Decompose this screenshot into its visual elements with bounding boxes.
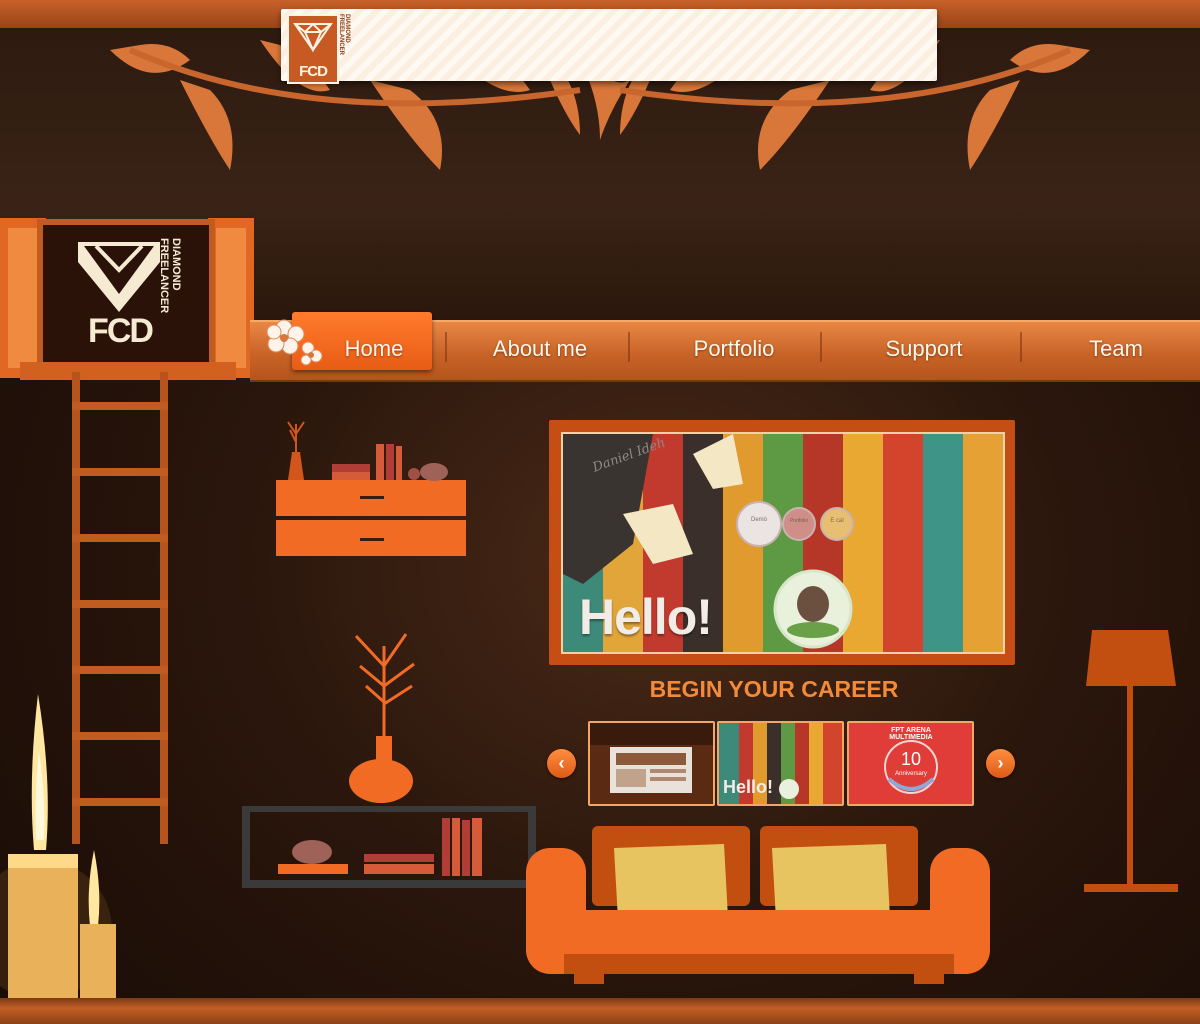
ladder-rung <box>72 402 168 410</box>
slide-bubble-label: Portfolio <box>789 518 809 524</box>
slide-bubble-label: E cal <box>830 518 844 524</box>
arrow-left-icon: ‹ <box>558 753 565 773</box>
nav-home[interactable]: Home <box>330 320 418 378</box>
vase-decor <box>349 633 415 803</box>
ladder-rung <box>72 468 168 476</box>
thumb-preview <box>590 723 713 804</box>
thumb-badge: 10 <box>900 749 922 769</box>
nav-separator <box>628 332 630 362</box>
header-logo[interactable]: FCD <box>287 14 339 84</box>
arrow-right-icon: › <box>997 753 1004 773</box>
career-heading: BEGIN YOUR CAREER <box>649 676 899 702</box>
header-logo-text: FCD <box>299 63 328 80</box>
slide-bubble-label: Demò <box>750 517 767 523</box>
header-logo-tagline: DIAMOND FREELANCER <box>338 14 350 56</box>
slide-hello-text: Hello! <box>579 589 713 645</box>
sofa <box>526 826 990 984</box>
carousel-thumb[interactable] <box>588 721 715 806</box>
nav-portfolio[interactable]: Portfolio <box>670 320 798 378</box>
ladder-rail-right <box>160 372 168 844</box>
carousel-next-button[interactable]: › <box>986 749 1015 778</box>
featured-slide: Hello! Daniel Ideh Demò Portfolio E cal <box>561 432 1005 654</box>
nav-team[interactable]: Team <box>1076 320 1156 378</box>
thumb-badge-sub: Anniversary <box>895 771 927 777</box>
thumb-label: Hello! <box>723 777 774 797</box>
nav-about-me[interactable]: About me <box>470 320 610 378</box>
low-shelf <box>242 806 536 888</box>
carousel-prev-button[interactable]: ‹ <box>547 749 576 778</box>
candles <box>0 694 116 1000</box>
nav-separator <box>820 332 822 362</box>
floor-lamp <box>1084 630 1178 892</box>
ladder-rung <box>72 534 168 542</box>
ladder-rung <box>72 666 168 674</box>
nav-separator <box>1020 332 1022 362</box>
flower-icon <box>266 319 323 366</box>
cabinet-logo-tagline: DIAMOND FREELANCER <box>158 238 182 314</box>
wall-shelf <box>276 421 466 556</box>
featured-slider[interactable]: Hello! Daniel Ideh Demò Portfolio E cal <box>549 420 1015 665</box>
thumb-label: FPT ARENA MULTIMEDIA <box>889 727 933 741</box>
ladder-rung <box>72 600 168 608</box>
nav-support[interactable]: Support <box>864 320 984 378</box>
diamond-logo-icon <box>293 22 333 53</box>
carousel-thumb[interactable]: Hello! <box>717 721 844 806</box>
carousel-thumb[interactable]: FPT ARENA MULTIMEDIA 10 Anniversary <box>847 721 974 806</box>
cabinet-logo-text: FCD <box>88 312 154 350</box>
header-banner <box>281 9 937 81</box>
nav-separator <box>445 332 447 362</box>
floor-border <box>0 998 1200 1024</box>
